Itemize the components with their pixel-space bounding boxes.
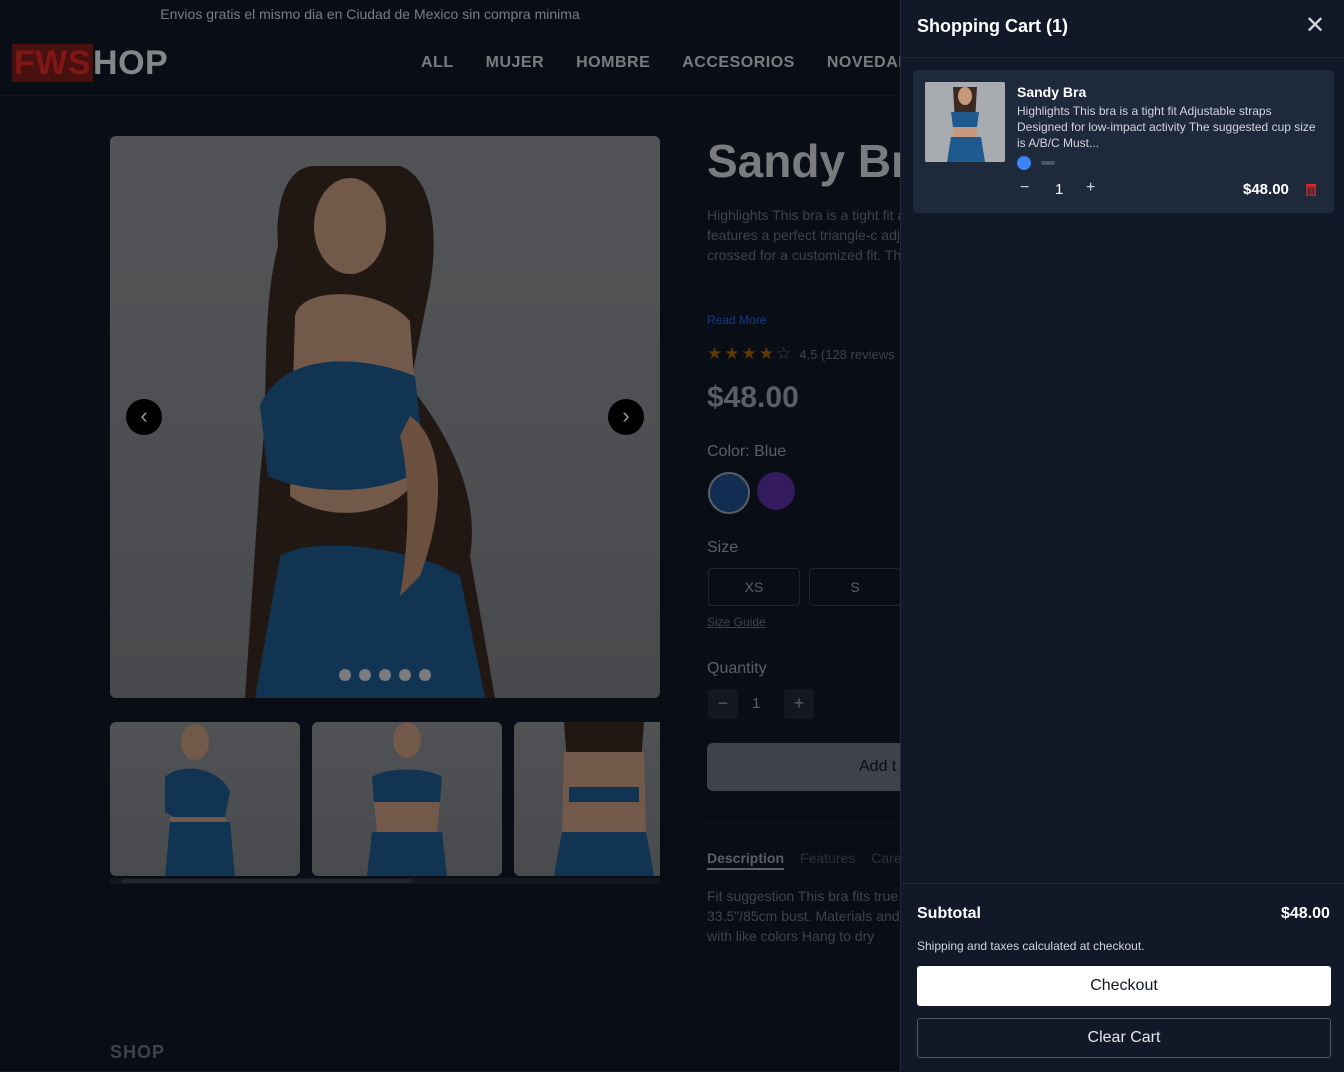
subtotal-label: Subtotal	[917, 905, 981, 922]
backdrop-overlay[interactable]	[0, 0, 900, 1071]
close-icon[interactable]: ✕	[1305, 14, 1325, 38]
trash-icon[interactable]	[1305, 183, 1317, 196]
clear-cart-button[interactable]: Clear Cart	[917, 1018, 1331, 1058]
shipping-note: Shipping and taxes calculated at checkou…	[917, 939, 1145, 953]
cart-item-description: Highlights This bra is a tight fit Adjus…	[1017, 104, 1316, 150]
minus-icon[interactable]: −	[1020, 179, 1029, 197]
subtotal-value: $48.00	[1281, 905, 1330, 922]
cart-item-price: $48.00	[1243, 181, 1289, 198]
checkout-button[interactable]: Checkout	[917, 966, 1331, 1006]
cart-item-image	[925, 82, 1005, 162]
cart-header: Shopping Cart (1) ✕	[901, 0, 1344, 58]
cart-item-name: Sandy Bra	[1017, 84, 1087, 100]
cart-item-color-dot	[1017, 156, 1031, 170]
plus-icon[interactable]: +	[1086, 179, 1095, 197]
cart-item-size-indicator	[1041, 161, 1055, 165]
cart-drawer: Shopping Cart (1) ✕ Sandy Bra Highlights…	[900, 0, 1344, 1071]
cart-item: Sandy Bra Highlights This bra is a tight…	[913, 70, 1334, 213]
cart-footer: Subtotal $48.00 Shipping and taxes calcu…	[901, 883, 1344, 1072]
cart-title: Shopping Cart (1)	[917, 16, 1068, 36]
cart-item-quantity: 1	[1055, 181, 1064, 198]
